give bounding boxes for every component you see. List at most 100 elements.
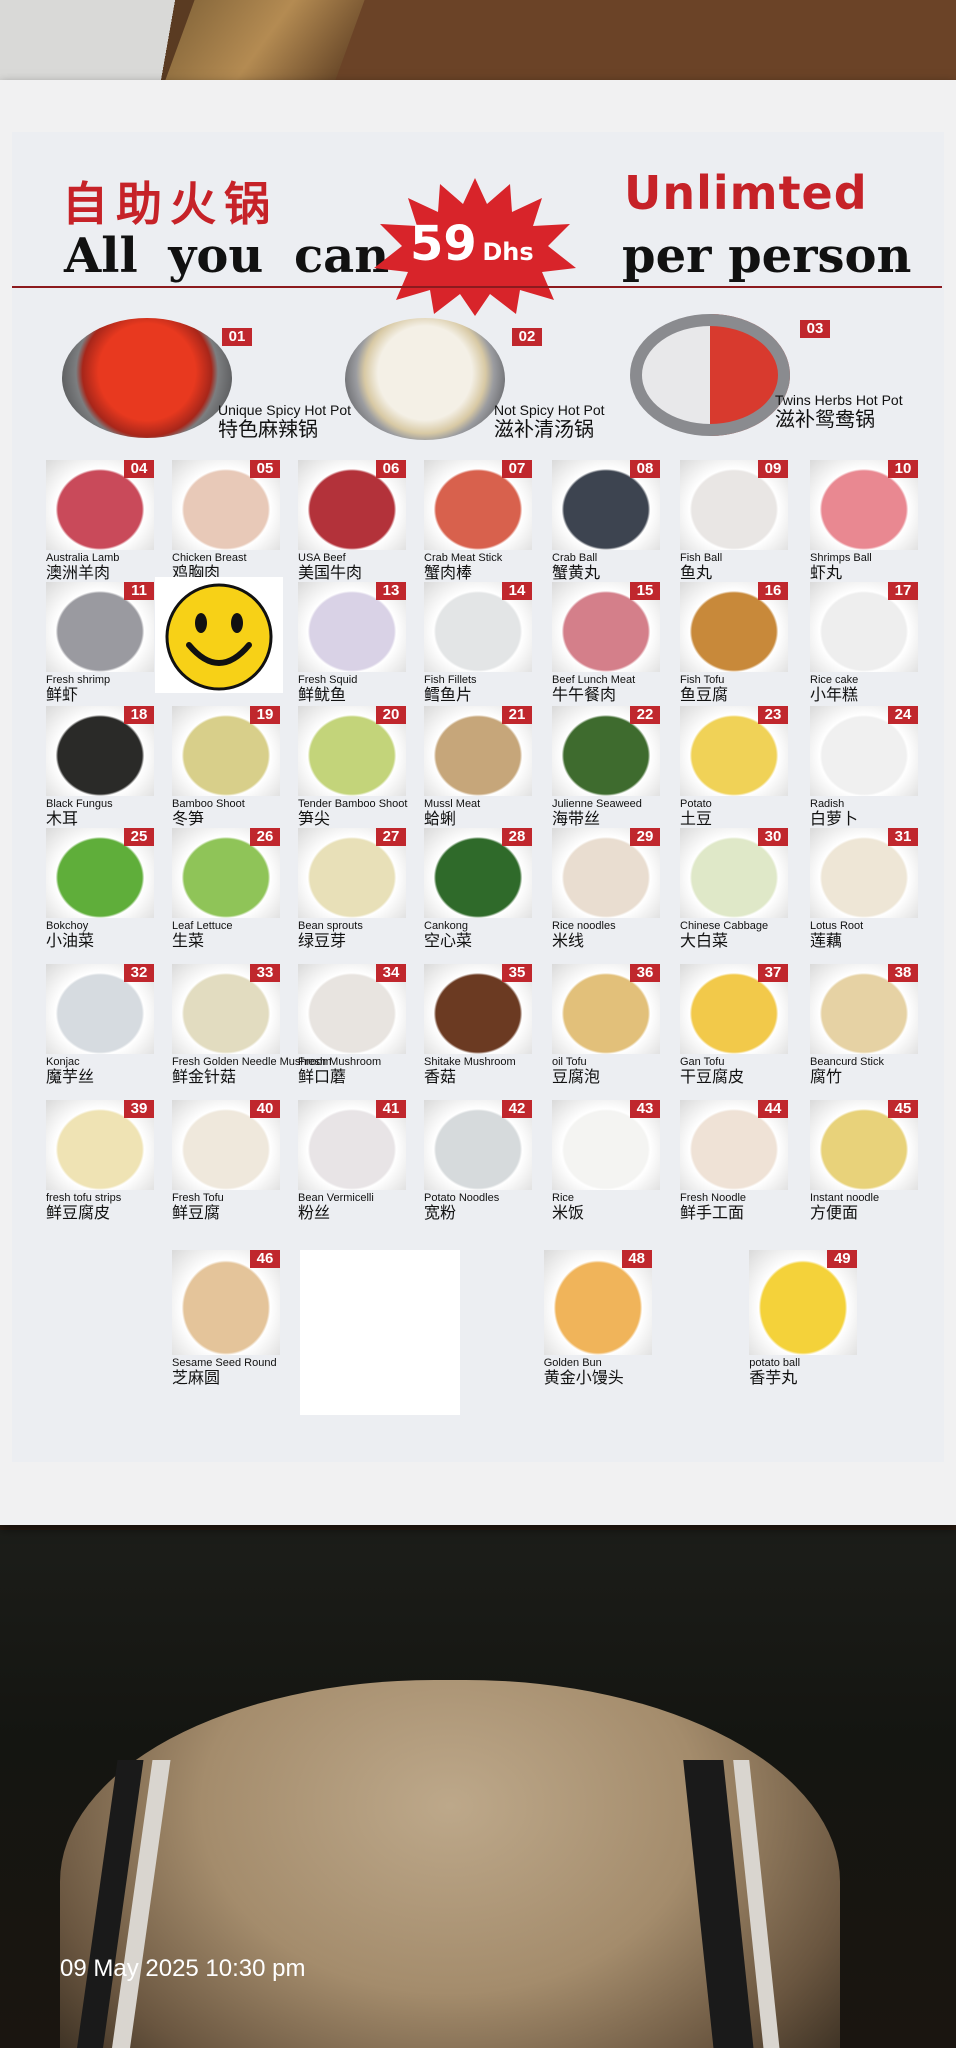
item-number: 01 (222, 328, 252, 346)
item-name-en: Golden Bun (543, 1357, 602, 1369)
item-name-cn: 蟹肉棒 (424, 565, 473, 582)
item-label: Sesame Seed Round 芝麻圆 (172, 1357, 277, 1388)
item-name-en: Fresh Squid (298, 674, 358, 686)
item-number: 06 (376, 460, 406, 478)
item-name-cn: 鲜豆腐 (172, 1205, 221, 1222)
pot-name-cn: 滋补鸳鸯锅 (775, 409, 875, 431)
photo-scene: 自助火锅 All you can 59 Dhs Unlimted per per… (0, 0, 956, 2048)
item-name-cn: 鲜口蘑 (298, 1069, 347, 1086)
item-name-en: Crab Ball (552, 552, 598, 564)
item-name-cn: 海带丝 (552, 811, 601, 828)
item-number: 33 (250, 964, 280, 982)
item-label: Bean sprouts 绿豆芽 (298, 920, 363, 951)
price-number: 59 (410, 216, 477, 272)
item-name-en: Instant noodle (810, 1192, 880, 1204)
item-label: Beancurd Stick 腐竹 (810, 1056, 884, 1087)
item-name-cn: 笋尖 (298, 811, 331, 828)
spicy-hot-pot-icon (62, 318, 232, 438)
item-name-cn: 腐竹 (810, 1069, 843, 1086)
item-name-cn: 香芋丸 (749, 1370, 798, 1387)
item-label: Bokchoy 小油菜 (46, 920, 94, 951)
item-label: Gan Tofu 干豆腐皮 (680, 1056, 744, 1087)
item-number: 22 (630, 706, 660, 724)
item-number: 10 (888, 460, 918, 478)
item-label: Konjac 魔芋丝 (46, 1056, 94, 1087)
clear-broth-pot-icon (345, 318, 505, 440)
item-name-en: Bean sprouts (298, 920, 363, 932)
blank-slot-47 (300, 1250, 460, 1415)
item-label: Chinese Cabbage 大白菜 (680, 920, 768, 951)
item-name-en: Mussl Meat (424, 798, 481, 810)
item-label: Crab Ball 蟹黄丸 (552, 552, 600, 583)
item-number: 39 (124, 1100, 154, 1118)
item-name-en: Bokchoy (46, 920, 89, 932)
item-name-cn: 宽粉 (424, 1205, 457, 1222)
item-name-cn: 鲜鱿鱼 (298, 687, 347, 704)
item-name-cn: 鲜虾 (46, 687, 79, 704)
item-number: 08 (630, 460, 660, 478)
item-number: 17 (888, 582, 918, 600)
item-number: 05 (250, 460, 280, 478)
item-name-en: Chinese Cabbage (680, 920, 769, 932)
item-name-en: Cankong (424, 920, 469, 932)
item-number: 35 (502, 964, 532, 982)
item-name-cn: 大白菜 (680, 933, 729, 950)
item-number: 11 (124, 582, 154, 600)
item-label: Fresh Noodle 鲜手工面 (680, 1192, 746, 1223)
item-name-en: Julienne Seaweed (552, 798, 642, 810)
item-name-cn: 米饭 (552, 1205, 585, 1222)
item-name-cn: 方便面 (810, 1205, 859, 1222)
item-name-cn: 生菜 (172, 933, 205, 950)
item-number: 31 (888, 828, 918, 846)
item-number: 29 (630, 828, 660, 846)
item-number: 14 (502, 582, 532, 600)
item-number: 32 (124, 964, 154, 982)
item-label: Rice 米饭 (552, 1192, 584, 1223)
item-label: Fish Ball 鱼丸 (680, 552, 722, 583)
item-name-cn: 小年糕 (810, 687, 859, 704)
item-number: 46 (250, 1250, 280, 1268)
item-name-cn: 冬笋 (172, 811, 205, 828)
item-number: 49 (827, 1250, 858, 1268)
item-number: 16 (758, 582, 788, 600)
item-label: Shrimps Ball 虾丸 (810, 552, 872, 583)
item-number: 18 (124, 706, 154, 724)
item-label: Fresh Tofu 鲜豆腐 (172, 1192, 224, 1223)
item-name-cn: 小油菜 (46, 933, 95, 950)
per-person-label: per person (622, 228, 912, 284)
item-number: 38 (888, 964, 918, 982)
item-name-en: Fresh Tofu (172, 1192, 224, 1204)
item-number: 44 (758, 1100, 788, 1118)
unlimited-label: Unlimted (624, 166, 868, 220)
item-label: Tender Bamboo Shoot 笋尖 (298, 798, 407, 829)
item-name-en: Rice cake (810, 674, 859, 686)
item-name-en: Fresh Mushroom (298, 1056, 382, 1068)
item-name-en: Bamboo Shoot (172, 798, 245, 810)
item-number: 30 (758, 828, 788, 846)
item-label: USA Beef 美国牛肉 (298, 552, 362, 583)
item-label: Fish Fillets 鳕鱼片 (424, 674, 477, 705)
item-label: Rice noodles 米线 (552, 920, 616, 951)
item-name-cn: 鲜豆腐皮 (46, 1205, 111, 1222)
item-label: Crab Meat Stick 蟹肉棒 (424, 552, 502, 583)
item-name-en: Radish (810, 798, 845, 810)
item-label: Fresh Squid 鲜鱿鱼 (298, 674, 357, 705)
item-name-cn: 米线 (552, 933, 585, 950)
pot-name-cn: 滋补清汤锅 (494, 419, 594, 441)
item-name-cn: 鲜手工面 (680, 1205, 745, 1222)
pot-name-en: Twins Herbs Hot Pot (775, 392, 903, 408)
item-name-cn: 美国牛肉 (298, 565, 363, 582)
menu-title-chinese: 自助火锅 (62, 177, 278, 231)
item-label: Mussl Meat 蛤蜊 (424, 798, 480, 829)
item-name-cn: 木耳 (46, 811, 79, 828)
item-name-en: Potato (680, 798, 712, 810)
smiley-sticker (155, 577, 283, 693)
item-number: 34 (376, 964, 406, 982)
item-label: Cankong 空心菜 (424, 920, 472, 951)
item-label: Golden Bun 黄金小馒头 (544, 1357, 624, 1388)
item-number: 45 (888, 1100, 918, 1118)
item-label: Fresh shrimp 鲜虾 (46, 674, 110, 705)
item-label: Lotus Root 莲藕 (810, 920, 863, 951)
item-name-en: Shrimps Ball (810, 552, 872, 564)
item-name-en: Beef Lunch Meat (552, 674, 636, 686)
